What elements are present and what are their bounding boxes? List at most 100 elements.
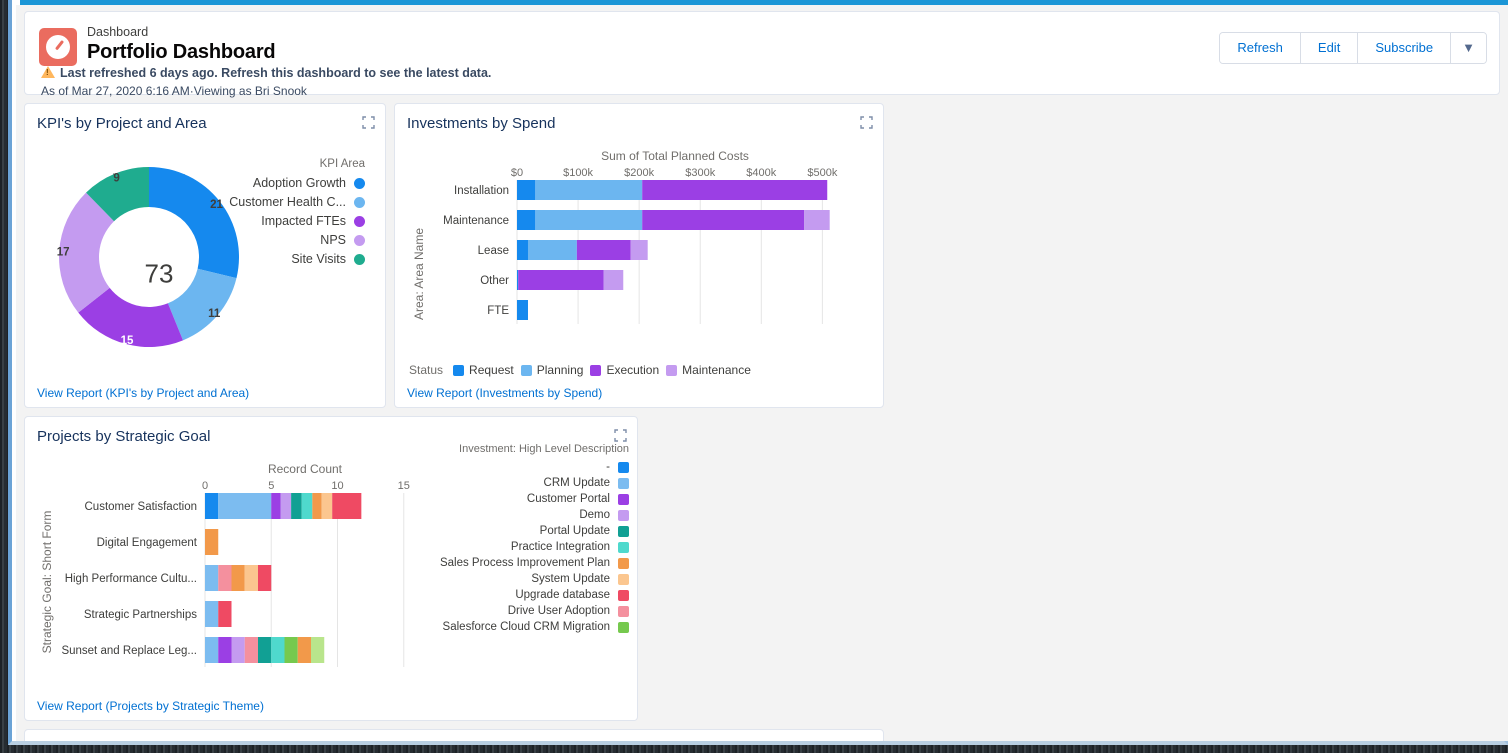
refresh-button[interactable]: Refresh xyxy=(1220,33,1301,63)
svg-text:Installation: Installation xyxy=(454,185,509,197)
warning-icon xyxy=(41,66,55,78)
investments-bar-chart: Sum of Total Planned Costs Area: Area Na… xyxy=(412,149,838,324)
svg-text:Digital Engagement: Digital Engagement xyxy=(97,537,198,549)
legend-label: - xyxy=(606,461,610,473)
svg-text:15: 15 xyxy=(121,335,134,347)
donut-total: 73 xyxy=(144,258,174,289)
svg-text:$500k: $500k xyxy=(807,167,837,179)
legend-label: Impacted FTEs xyxy=(261,214,346,228)
legend-color-swatch xyxy=(354,177,365,189)
svg-text:Strategic Partnerships: Strategic Partnerships xyxy=(84,609,197,621)
legend-color-swatch xyxy=(618,525,629,537)
expand-icon[interactable] xyxy=(860,116,873,129)
legend-item[interactable]: Planning xyxy=(520,363,584,377)
expand-icon[interactable] xyxy=(614,429,627,442)
legend-item[interactable]: Execution xyxy=(590,363,659,377)
legend-item[interactable]: NPS xyxy=(229,233,365,247)
legend-color-swatch xyxy=(666,364,678,376)
legend-item[interactable]: Drive User Adoption xyxy=(429,605,629,617)
refresh-warning: Last refreshed 6 days ago. Refresh this … xyxy=(41,66,491,80)
chart-xlabel-top: Sum of Total Planned Costs xyxy=(601,149,749,163)
legend-title: Investment: High Level Description xyxy=(459,443,629,455)
legend-color-swatch xyxy=(618,621,629,633)
svg-text:$200k: $200k xyxy=(624,167,654,179)
legend-color-swatch xyxy=(618,509,629,521)
legend-item[interactable]: Sales Process Improvement Plan xyxy=(429,557,629,569)
svg-text:5: 5 xyxy=(268,480,274,492)
as-of-text: As of Mar 27, 2020 6:16 AM·Viewing as Br… xyxy=(41,84,307,98)
card-title: Planned Investment Costs vs Benefits xyxy=(37,740,871,741)
svg-text:9: 9 xyxy=(113,172,119,184)
svg-text:High Performance Cultu...: High Performance Cultu... xyxy=(65,573,197,585)
view-report-link[interactable]: View Report (Investments by Spend) xyxy=(407,386,602,400)
svg-text:Sunset and Replace Leg...: Sunset and Replace Leg... xyxy=(61,645,197,657)
legend-label: Salesforce Cloud CRM Migration xyxy=(442,621,610,633)
legend-label: NPS xyxy=(320,233,346,247)
legend-item[interactable]: Site Visits xyxy=(229,252,365,266)
legend-color-swatch xyxy=(520,364,532,376)
top-accent-bar xyxy=(20,0,1508,5)
legend-item[interactable]: Practice Integration xyxy=(429,541,629,553)
legend-color-swatch xyxy=(618,589,629,601)
legend-item[interactable]: Maintenance xyxy=(666,363,751,377)
legend-color-swatch xyxy=(354,196,365,208)
view-report-link[interactable]: View Report (Projects by Strategic Theme… xyxy=(37,699,264,713)
svg-text:Customer Satisfaction: Customer Satisfaction xyxy=(85,501,198,513)
legend-color-swatch xyxy=(618,541,629,553)
svg-text:11: 11 xyxy=(208,308,221,320)
breadcrumb: Dashboard xyxy=(87,25,149,39)
legend-color-swatch xyxy=(618,573,629,585)
subscribe-button[interactable]: Subscribe xyxy=(1358,33,1452,63)
legend-label: Maintenance xyxy=(682,363,751,377)
legend-label: System Update xyxy=(531,573,610,585)
legend-color-swatch xyxy=(590,364,602,376)
legend-label: Planning xyxy=(536,363,584,377)
dashboard-page: Dashboard Portfolio Dashboard Last refre… xyxy=(8,0,1508,745)
svg-text:$100k: $100k xyxy=(563,167,593,179)
svg-text:21: 21 xyxy=(210,199,223,211)
legend-color-swatch xyxy=(618,477,629,489)
legend-color-swatch xyxy=(618,557,629,569)
expand-icon[interactable] xyxy=(362,116,375,129)
svg-text:FTE: FTE xyxy=(487,305,509,317)
svg-text:Maintenance: Maintenance xyxy=(443,215,509,227)
card-investments-by-spend: Investments by Spend Sum of Total Planne… xyxy=(394,103,884,408)
legend-item[interactable]: Customer Health C... xyxy=(229,195,365,209)
legend-item[interactable]: Request xyxy=(453,363,514,377)
legend-item[interactable]: Portal Update xyxy=(429,525,629,537)
header-actions: Refresh Edit Subscribe ▼ xyxy=(1219,32,1487,64)
legend-item[interactable]: System Update xyxy=(429,573,629,585)
svg-text:Other: Other xyxy=(480,275,509,287)
legend-color-swatch xyxy=(354,234,365,246)
svg-text:Lease: Lease xyxy=(478,245,509,257)
edit-button[interactable]: Edit xyxy=(1300,33,1359,63)
legend-item[interactable]: Impacted FTEs xyxy=(229,214,365,228)
legend-item[interactable]: CRM Update xyxy=(429,477,629,489)
legend-label: Demo xyxy=(579,509,610,521)
more-actions-dropdown-button[interactable]: ▼ xyxy=(1451,33,1486,63)
legend-item[interactable]: Customer Portal xyxy=(429,493,629,505)
view-report-link[interactable]: View Report (KPI's by Project and Area) xyxy=(37,386,249,400)
kpi-legend: KPI Area Adoption Growth Customer Health … xyxy=(229,158,365,271)
refresh-warning-text: Last refreshed 6 days ago. Refresh this … xyxy=(60,66,492,80)
status-legend: Status Request Planning Execution Maintenan… xyxy=(409,363,758,377)
legend-label: Upgrade database xyxy=(515,589,610,601)
legend-color-swatch xyxy=(618,605,629,617)
legend-item-clipped[interactable]: Salesforce Cloud CRM Migration xyxy=(429,621,629,633)
legend-item[interactable]: Adoption Growth xyxy=(229,176,365,190)
svg-text:$400k: $400k xyxy=(746,167,776,179)
svg-text:10: 10 xyxy=(331,480,343,492)
svg-text:0: 0 xyxy=(202,480,208,492)
legend-item[interactable]: - xyxy=(429,461,629,473)
svg-text:$0: $0 xyxy=(511,167,523,179)
legend-label: Execution xyxy=(606,363,660,377)
legend-item[interactable]: Demo xyxy=(429,509,629,521)
donut-chart: Record Count 21 11 15 17 9 73 KPI Area Adopt… xyxy=(37,134,373,349)
legend-color-swatch xyxy=(453,364,465,376)
legend-label: Site Visits xyxy=(291,252,346,266)
card-kpi-by-project-and-area: KPI's by Project and Area Record Count 2… xyxy=(24,103,386,408)
legend-item[interactable]: Upgrade database xyxy=(429,589,629,601)
legend-title: KPI Area xyxy=(319,158,365,170)
dashboard-header: Dashboard Portfolio Dashboard Last refre… xyxy=(24,11,1500,98)
dashboard-icon xyxy=(39,28,77,66)
